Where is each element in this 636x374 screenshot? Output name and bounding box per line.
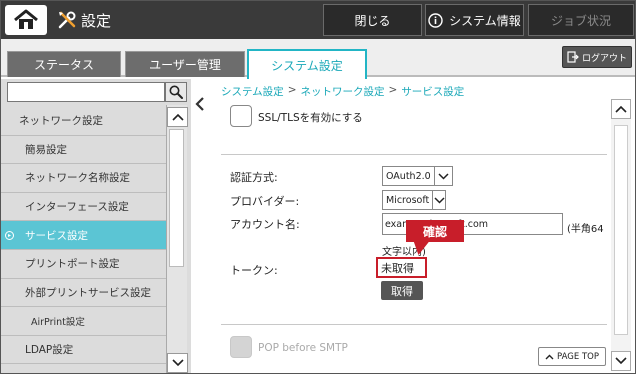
sidebar-item-airprint[interactable]: AirPrint設定 (1, 307, 166, 336)
sidebar-item-label: ネットワーク名称設定 (25, 172, 130, 185)
tab-system-settings[interactable]: システム設定 (247, 49, 367, 79)
main-scrollbar[interactable] (611, 99, 631, 371)
sidebar-list: ネットワーク設定 簡易設定 ネットワーク名称設定 インターフェース設定 ▸ サー… (1, 107, 166, 365)
callout-pointer (408, 241, 430, 255)
chevron-down-icon (435, 167, 452, 185)
sidebar-item-label: 簡易設定 (25, 143, 67, 156)
chevron-down-icon (433, 191, 445, 209)
logout-label: ログアウト (581, 53, 627, 64)
chevron-up-icon (171, 113, 184, 121)
collapse-sidebar-button[interactable] (193, 96, 207, 112)
home-icon (14, 9, 38, 29)
expand-bullet-icon: ▸ (5, 231, 14, 241)
sidebar-item-label: 外部プリントサービス設定 (25, 286, 151, 299)
token-label: トークン: (230, 264, 278, 277)
chevron-up-icon (615, 105, 627, 113)
section-divider (221, 154, 607, 155)
sidebar-item-label: インターフェース設定 (25, 201, 129, 214)
sidebar-scroll-thumb[interactable] (169, 129, 184, 267)
sidebar-item-label: ネットワーク設定 (19, 115, 103, 128)
job-status-button[interactable]: ジョブ状況 (528, 4, 634, 36)
auth-method-value: OAuth2.0 (383, 167, 435, 185)
sidebar-item-quick-settings[interactable]: 簡易設定 (1, 135, 166, 165)
job-status-label: ジョブ状況 (550, 13, 611, 28)
close-button-label: 閉じる (354, 13, 391, 28)
auth-method-select[interactable]: OAuth2.0 (382, 166, 453, 186)
logout-icon (567, 51, 579, 63)
confirm-callout-text: 確認 (422, 224, 447, 239)
ssl-tls-checkbox[interactable] (230, 105, 252, 127)
info-icon (428, 12, 443, 28)
chevron-down-icon (171, 359, 184, 367)
account-name-label: アカウント名: (230, 218, 300, 231)
settings-title-text: 設定 (81, 11, 112, 30)
get-token-label: 取得 (391, 284, 413, 298)
breadcrumb-separator: > (388, 84, 398, 96)
home-button[interactable] (5, 5, 47, 35)
account-length-note: (半角64 (567, 224, 604, 235)
tab-status-label: ステータス (33, 58, 94, 72)
ssl-tls-label: SSL/TLSを有効にする (258, 112, 363, 124)
section-divider (221, 324, 607, 325)
sidebar-scroll-up-button[interactable] (167, 107, 188, 127)
system-info-button[interactable]: システム情報 (425, 4, 524, 36)
pop-before-smtp-checkbox[interactable] (230, 336, 252, 358)
main-scroll-thumb[interactable] (614, 125, 628, 335)
auth-method-label: 認証方式: (230, 171, 278, 184)
system-info-label: システム情報 (449, 13, 521, 28)
breadcrumb-service-settings[interactable]: サービス設定 (401, 84, 464, 99)
provider-select[interactable]: Microsoft (382, 190, 446, 210)
token-status: 未取得 (376, 257, 427, 278)
tab-user-management-label: ユーザー管理 (149, 58, 221, 72)
sidebar-item-external-print[interactable]: 外部プリントサービス設定 (1, 278, 166, 308)
sidebar: ネットワーク設定 簡易設定 ネットワーク名称設定 インターフェース設定 ▸ サー… (1, 79, 191, 373)
tab-bar: ステータス ユーザー管理 システム設定 ログアウト (1, 39, 635, 79)
sidebar-item-label: プリントポート設定 (25, 258, 120, 271)
search-input[interactable] (7, 82, 165, 102)
provider-label: プロバイダー: (230, 195, 300, 208)
get-token-button[interactable]: 取得 (381, 281, 423, 300)
tab-user-management[interactable]: ユーザー管理 (125, 51, 245, 77)
sidebar-scrollbar[interactable] (166, 105, 188, 373)
close-button[interactable]: 閉じる (323, 4, 422, 36)
sidebar-scroll-down-button[interactable] (167, 353, 188, 373)
pop-before-smtp-label: POP before SMTP (258, 342, 348, 354)
sidebar-item-label: LDAP設定 (25, 344, 74, 357)
tools-icon (58, 11, 76, 29)
chevron-down-icon (615, 357, 627, 365)
chevron-left-icon (195, 97, 204, 111)
confirm-callout: 確認 (406, 220, 464, 242)
tab-system-settings-label: システム設定 (271, 58, 343, 73)
breadcrumb-network-settings[interactable]: ネットワーク設定 (301, 84, 385, 99)
settings-title: 設定 (57, 9, 111, 31)
provider-value: Microsoft (383, 191, 434, 209)
sidebar-item-network-settings[interactable]: ネットワーク設定 (1, 107, 166, 136)
page-top-button[interactable]: PAGE TOP (538, 347, 606, 366)
breadcrumb: システム設定 > ネットワーク設定 > サービス設定 (221, 84, 464, 99)
top-bar: 設定 閉じる システム情報 ジョブ状況 (1, 1, 635, 39)
main-scroll-down-button[interactable] (611, 351, 631, 371)
sidebar-item-network-name[interactable]: ネットワーク名称設定 (1, 164, 166, 193)
sidebar-item-label: AirPrint設定 (31, 316, 85, 328)
sidebar-item-interface[interactable]: インターフェース設定 (1, 192, 166, 222)
sidebar-item-ldap[interactable]: LDAP設定 (1, 335, 166, 365)
tab-status[interactable]: ステータス (7, 51, 121, 77)
chevron-up-icon (545, 354, 554, 359)
sidebar-item-service-settings[interactable]: ▸ サービス設定 (1, 221, 166, 250)
page-top-label: PAGE TOP (557, 351, 599, 362)
breadcrumb-separator: > (287, 84, 297, 96)
main-scroll-up-button[interactable] (611, 99, 631, 119)
sidebar-item-print-port[interactable]: プリントポート設定 (1, 249, 166, 279)
app-window: 設定 閉じる システム情報 ジョブ状況 ステータス ユーザー管理 システム設定 (0, 0, 636, 374)
breadcrumb-system-settings[interactable]: システム設定 (221, 84, 284, 99)
sidebar-item-label: サービス設定 (25, 229, 88, 242)
logout-button[interactable]: ログアウト (562, 46, 632, 68)
search-icon (169, 85, 183, 99)
search-button[interactable] (165, 82, 187, 102)
